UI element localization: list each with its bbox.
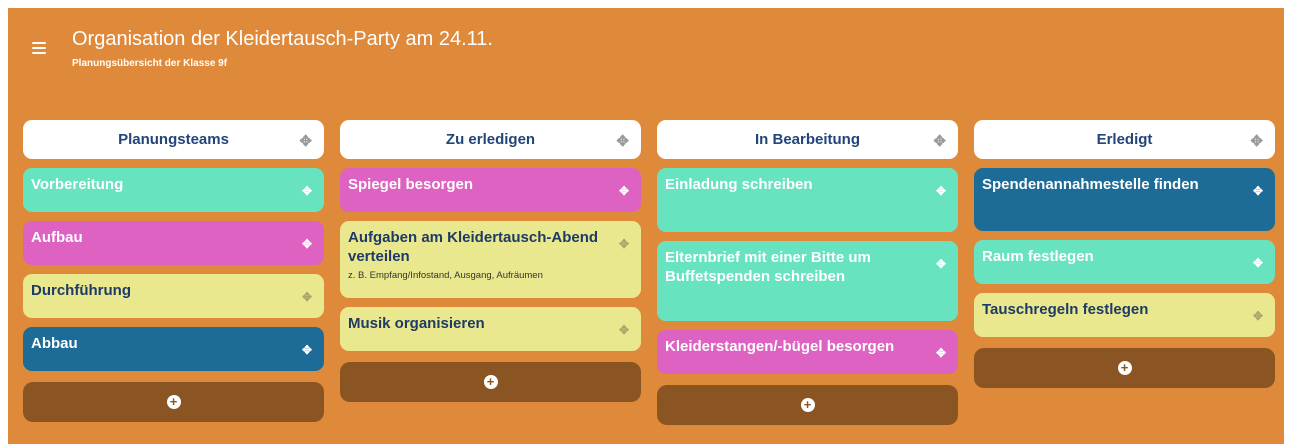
plus-circle-icon: + [483, 375, 498, 389]
board: Organisation der Kleidertausch-Party am … [8, 8, 1284, 444]
add-card-button[interactable]: + [340, 362, 641, 402]
move-icon[interactable]: ✥ [619, 321, 629, 340]
column-title: Planungsteams [118, 131, 229, 148]
plus-circle-icon: + [1117, 361, 1132, 375]
card-title: Tauschregeln festlegen [982, 301, 1149, 318]
card[interactable]: Vorbereitung ✥ [23, 168, 324, 212]
add-card-button[interactable]: + [23, 382, 324, 422]
move-icon[interactable]: ✥ [936, 255, 946, 274]
move-icon[interactable]: ✥ [302, 341, 312, 360]
card-title: Aufgaben am Kleidertausch-Abend verteile… [348, 229, 599, 265]
column-zu-erledigen: Zu erledigen ✥ Spiegel besorgen ✥ Aufgab… [340, 120, 641, 402]
column-title: In Bearbeitung [754, 131, 860, 148]
move-icon[interactable]: ✥ [933, 132, 946, 150]
card[interactable]: Abbau ✥ [23, 327, 324, 371]
card[interactable]: Musik organisieren ✥ [340, 307, 641, 351]
column-header[interactable]: Zu erledigen ✥ [340, 120, 641, 159]
column-in-bearbeitung: In Bearbeitung ✥ Einladung schreiben ✥ E… [657, 120, 958, 425]
page-title: Organisation der Kleidertausch-Party am … [72, 28, 493, 50]
card[interactable]: Tauschregeln festlegen ✥ [974, 293, 1275, 337]
card-title: Durchführung [31, 282, 131, 299]
card-subtitle: z. B. Empfang/Infostand, Ausgang, Aufräu… [348, 270, 543, 281]
card-title: Spiegel besorgen [348, 176, 474, 193]
card-title: Vorbereitung [31, 176, 124, 193]
move-icon[interactable]: ✥ [619, 235, 629, 254]
add-card-button[interactable]: + [657, 385, 958, 425]
move-icon[interactable]: ✥ [936, 344, 946, 363]
card-title: Spendenannahmestelle finden [982, 176, 1199, 193]
column-header[interactable]: Erledigt ✥ [974, 120, 1275, 159]
card[interactable]: Durchführung ✥ [23, 274, 324, 318]
move-icon[interactable]: ✥ [1253, 307, 1263, 326]
card[interactable]: Spendenannahmestelle finden ✥ [974, 168, 1275, 231]
move-icon[interactable]: ✥ [1253, 254, 1263, 273]
card[interactable]: Elternbrief mit einer Bitte um Buffetspe… [657, 241, 958, 321]
column-planungsteams: Planungsteams ✥ Vorbereitung ✥ Aufbau ✥ … [23, 120, 324, 422]
move-icon[interactable]: ✥ [936, 182, 946, 201]
move-icon[interactable]: ✥ [302, 182, 312, 201]
card-title: Abbau [31, 335, 78, 352]
move-icon[interactable]: ✥ [302, 288, 312, 307]
move-icon[interactable]: ✥ [1250, 132, 1263, 150]
column-header[interactable]: Planungsteams ✥ [23, 120, 324, 159]
card-title: Elternbrief mit einer Bitte um Buffetspe… [665, 249, 871, 285]
move-icon[interactable]: ✥ [302, 235, 312, 254]
plus-circle-icon: + [166, 395, 181, 409]
add-card-button[interactable]: + [974, 348, 1275, 388]
card[interactable]: Spiegel besorgen ✥ [340, 168, 641, 212]
move-icon[interactable]: ✥ [616, 132, 629, 150]
card[interactable]: Raum festlegen ✥ [974, 240, 1275, 284]
column-title: Zu erledigen [445, 131, 536, 148]
card[interactable]: Aufgaben am Kleidertausch-Abend verteile… [340, 221, 641, 298]
page-subtitle: Planungsübersicht der Klasse 9f [72, 58, 228, 69]
move-icon[interactable]: ✥ [1253, 182, 1263, 201]
card-title: Einladung schreiben [665, 176, 813, 193]
hamburger-icon[interactable] [32, 42, 46, 54]
card-title: Musik organisieren [348, 315, 485, 332]
card[interactable]: Kleiderstangen/-bügel besorgen ✥ [657, 330, 958, 374]
column-erledigt: Erledigt ✥ Spendenannahmestelle finden ✥… [974, 120, 1275, 388]
card-title: Kleiderstangen/-bügel besorgen [665, 338, 895, 355]
move-icon[interactable]: ✥ [299, 132, 312, 150]
card[interactable]: Einladung schreiben ✥ [657, 168, 958, 232]
card-title: Aufbau [31, 229, 83, 246]
card[interactable]: Aufbau ✥ [23, 221, 324, 265]
card-title: Raum festlegen [982, 248, 1094, 265]
column-header[interactable]: In Bearbeitung ✥ [657, 120, 958, 159]
plus-circle-icon: + [800, 398, 815, 412]
column-title: Erledigt [1096, 131, 1153, 148]
move-icon[interactable]: ✥ [619, 182, 629, 201]
